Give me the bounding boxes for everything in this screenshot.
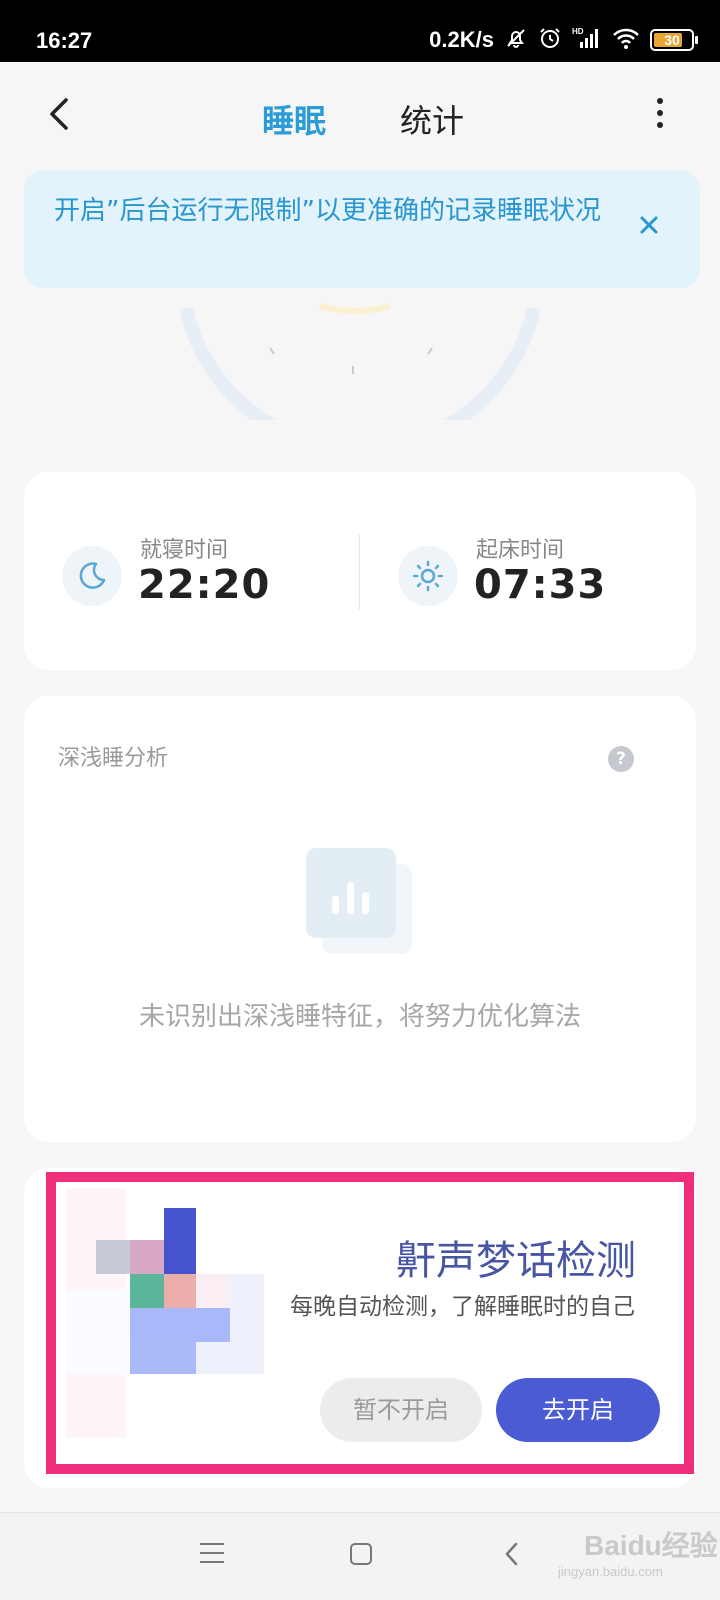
chevron-left-icon xyxy=(50,98,68,130)
bedtime-value: 22:20 xyxy=(138,562,271,608)
alarm-icon xyxy=(538,26,562,54)
watermark-brand: Baidu经验 xyxy=(584,1530,718,1561)
recent-apps-button[interactable] xyxy=(200,1543,224,1565)
battery-level: 30 xyxy=(664,32,680,48)
wake-time-label: 起床时间 xyxy=(476,538,565,563)
status-time: 16:27 xyxy=(36,28,93,53)
more-dots-icon xyxy=(657,98,663,104)
status-bar: 16:27 0.2K/s HD 30 xyxy=(0,0,720,62)
moon-icon xyxy=(62,546,122,606)
more-options-button[interactable] xyxy=(654,98,666,132)
help-icon[interactable]: ? xyxy=(608,746,634,772)
watermark-url: jingyan.baidu.com xyxy=(558,1564,663,1579)
chevron-left-icon xyxy=(505,1542,518,1566)
close-icon xyxy=(640,216,658,234)
back-button[interactable] xyxy=(40,92,80,136)
sun-icon xyxy=(398,546,458,606)
system-back-button[interactable] xyxy=(502,1541,522,1567)
analysis-empty-text: 未识别出深浅睡特征，将努力优化算法 xyxy=(138,1002,581,1032)
home-button[interactable] xyxy=(350,1543,372,1565)
baidu-watermark: Baidu经验 jingyan.baidu.com xyxy=(548,1524,718,1586)
sleep-analysis-card: 深浅睡分析 ? 未识别出深浅睡特征，将努力优化算法 xyxy=(24,696,696,1142)
highlight-frame xyxy=(46,1172,694,1474)
tab-statistics[interactable]: 统计 xyxy=(400,96,464,142)
divider xyxy=(359,534,360,610)
sleep-time-card: 就寝时间 22:20 起床时间 07:33 xyxy=(24,472,696,670)
hd-signal-icon: HD xyxy=(572,26,602,54)
empty-chart-icon xyxy=(306,848,416,960)
battery-icon: 30 xyxy=(650,29,698,51)
bedtime-label: 就寝时间 xyxy=(140,538,229,563)
status-icons: 0.2K/s HD 30 xyxy=(429,26,698,54)
tab-sleep[interactable]: 睡眠 xyxy=(262,96,326,142)
net-speed: 0.2K/s xyxy=(429,27,494,52)
mute-bell-icon xyxy=(504,26,528,54)
wifi-icon xyxy=(612,26,640,54)
sleep-clock-dial xyxy=(179,303,541,420)
background-run-banner[interactable]: 开启”后台运行无限制”以更准确的记录睡眠状况 xyxy=(24,170,700,288)
top-nav: 睡眠 统计 xyxy=(0,62,720,167)
banner-close-button[interactable] xyxy=(636,212,662,238)
svg-text:HD: HD xyxy=(572,27,584,36)
analysis-title: 深浅睡分析 xyxy=(58,746,169,771)
banner-text: 开启”后台运行无限制”以更准确的记录睡眠状况 xyxy=(54,196,601,226)
wake-time-value: 07:33 xyxy=(474,562,607,608)
